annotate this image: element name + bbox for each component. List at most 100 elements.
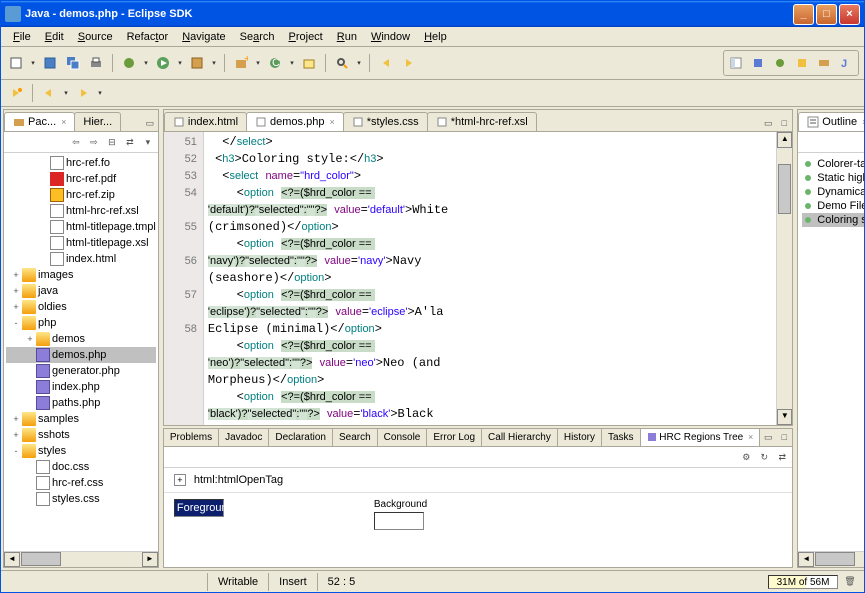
search-button[interactable] bbox=[332, 53, 352, 73]
run-button[interactable] bbox=[153, 53, 173, 73]
minimize-icon[interactable]: ▭ bbox=[142, 115, 158, 131]
menu-edit[interactable]: Edit bbox=[38, 29, 71, 44]
outline-item[interactable]: Static highlighting samples bbox=[802, 171, 864, 185]
nav-fwd-button[interactable] bbox=[399, 53, 419, 73]
resource-perspective-button[interactable] bbox=[792, 53, 812, 73]
java-browsing-button[interactable]: J bbox=[836, 53, 856, 73]
bottom-tab[interactable]: Tasks bbox=[602, 429, 641, 446]
menu-icon[interactable]: ▾ bbox=[140, 134, 156, 150]
editor-vscroll[interactable]: ▲▼ bbox=[776, 132, 792, 425]
editor-tab[interactable]: index.html bbox=[164, 112, 247, 131]
tree-item[interactable]: hrc-ref.css bbox=[6, 475, 156, 491]
region-tree-item[interactable]: + html:htmlOpenTag bbox=[164, 468, 792, 493]
minimize-icon[interactable]: ▭ bbox=[760, 115, 776, 131]
menu-run[interactable]: Run bbox=[330, 29, 364, 44]
expand-icon[interactable]: + bbox=[174, 474, 186, 486]
tree-item[interactable]: -php bbox=[6, 315, 156, 331]
tree-item[interactable]: paths.php bbox=[6, 395, 156, 411]
foreground-color[interactable]: Foreground bbox=[174, 499, 224, 530]
tree-item[interactable]: +images bbox=[6, 267, 156, 283]
external-dropdown[interactable] bbox=[210, 53, 218, 73]
editor-tab[interactable]: *styles.css bbox=[343, 112, 428, 131]
bottom-tab[interactable]: Error Log bbox=[427, 429, 482, 446]
bottom-tab[interactable]: Console bbox=[378, 429, 428, 446]
filter-icon[interactable]: ⚙ bbox=[738, 449, 754, 465]
outline-item[interactable]: Colorer-take5 demos page bbox=[802, 157, 864, 171]
tree-item[interactable]: hrc-ref.zip bbox=[6, 187, 156, 203]
debug-perspective-button[interactable] bbox=[770, 53, 790, 73]
back-icon[interactable]: ⇦ bbox=[68, 134, 84, 150]
outline-item[interactable]: Coloring style: bbox=[802, 213, 864, 227]
outline-tree[interactable]: Colorer-take5 demos pageStatic highlight… bbox=[798, 153, 864, 551]
tree-item[interactable]: index.php bbox=[6, 379, 156, 395]
package-tree[interactable]: hrc-ref.fohrc-ref.pdfhrc-ref.ziphtml-hrc… bbox=[4, 153, 158, 551]
close-icon[interactable]: × bbox=[862, 117, 864, 127]
link-icon[interactable]: ⇄ bbox=[122, 134, 138, 150]
menu-navigate[interactable]: Navigate bbox=[175, 29, 232, 44]
tree-item[interactable]: +java bbox=[6, 283, 156, 299]
class-dropdown[interactable] bbox=[288, 53, 296, 73]
tree-item[interactable]: index.html bbox=[6, 251, 156, 267]
open-perspective-button[interactable] bbox=[726, 53, 746, 73]
menu-refactor[interactable]: Refactor bbox=[120, 29, 176, 44]
tree-item[interactable]: demos.php bbox=[6, 347, 156, 363]
tree-item[interactable]: styles.css bbox=[6, 491, 156, 507]
gc-icon[interactable]: 🗑 bbox=[842, 574, 858, 590]
outline-item[interactable]: Dynamically generated de bbox=[802, 185, 864, 199]
collapse-icon[interactable]: ⊟ bbox=[104, 134, 120, 150]
link-icon[interactable]: ⇄ bbox=[774, 449, 790, 465]
run-dropdown[interactable] bbox=[176, 53, 184, 73]
outline-tab[interactable]: Outline× bbox=[798, 112, 864, 131]
tree-item[interactable]: html-titlepage.tmpl bbox=[6, 219, 156, 235]
new-package-button[interactable]: + bbox=[231, 53, 251, 73]
maximize-icon[interactable]: □ bbox=[776, 429, 792, 445]
outline-scrollbar[interactable]: ◄► bbox=[798, 551, 864, 567]
back-history-button[interactable] bbox=[39, 83, 59, 103]
tree-item[interactable]: -styles bbox=[6, 443, 156, 459]
menu-help[interactable]: Help bbox=[417, 29, 454, 44]
minimize-icon[interactable]: ▭ bbox=[760, 429, 776, 445]
fwd-history-button[interactable] bbox=[73, 83, 93, 103]
menu-window[interactable]: Window bbox=[364, 29, 417, 44]
bottom-tab[interactable]: Call Hierarchy bbox=[482, 429, 558, 446]
tree-item[interactable]: html-hrc-ref.xsl bbox=[6, 203, 156, 219]
tree-item[interactable]: hrc-ref.pdf bbox=[6, 171, 156, 187]
java-perspective-button[interactable] bbox=[748, 53, 768, 73]
print-button[interactable] bbox=[86, 53, 106, 73]
tree-item[interactable]: +demos bbox=[6, 331, 156, 347]
tree-item[interactable]: hrc-ref.fo bbox=[6, 155, 156, 171]
tree-item[interactable]: generator.php bbox=[6, 363, 156, 379]
pkg-dropdown[interactable] bbox=[254, 53, 262, 73]
new-dropdown[interactable] bbox=[29, 53, 37, 73]
debug-button[interactable] bbox=[119, 53, 139, 73]
open-type-button[interactable] bbox=[299, 53, 319, 73]
menu-search[interactable]: Search bbox=[233, 29, 282, 44]
minimize-button[interactable]: _ bbox=[793, 4, 814, 25]
tree-item[interactable]: doc.css bbox=[6, 459, 156, 475]
menu-source[interactable]: Source bbox=[71, 29, 120, 44]
menu-file[interactable]: File bbox=[6, 29, 38, 44]
bottom-tab[interactable]: History bbox=[558, 429, 602, 446]
close-button[interactable]: × bbox=[839, 4, 860, 25]
tree-scrollbar[interactable]: ◄► bbox=[4, 551, 158, 567]
save-all-button[interactable] bbox=[63, 53, 83, 73]
debug-dropdown[interactable] bbox=[142, 53, 150, 73]
bottom-tab[interactable]: Javadoc bbox=[219, 429, 269, 446]
code-editor[interactable]: 51525354 55 56 57 58 </select> <h3>Color… bbox=[164, 132, 792, 425]
editor-tab[interactable]: demos.php× bbox=[246, 112, 344, 131]
tree-item[interactable]: +samples bbox=[6, 411, 156, 427]
package-explorer-tab[interactable]: Pac...× bbox=[4, 112, 75, 131]
tree-item[interactable]: +sshots bbox=[6, 427, 156, 443]
hierarchy-tab[interactable]: Hier... bbox=[74, 112, 121, 131]
external-tools-button[interactable] bbox=[187, 53, 207, 73]
refresh-icon[interactable]: ↻ bbox=[756, 449, 772, 465]
outline-item[interactable]: Demo File: bbox=[802, 199, 864, 213]
nav-back-button[interactable] bbox=[376, 53, 396, 73]
menu-project[interactable]: Project bbox=[282, 29, 330, 44]
tree-item[interactable]: +oldies bbox=[6, 299, 156, 315]
bottom-tab[interactable]: Search bbox=[333, 429, 378, 446]
last-edit-button[interactable] bbox=[6, 83, 26, 103]
bottom-tab[interactable]: Declaration bbox=[269, 429, 333, 446]
code-content[interactable]: </select> <h3>Coloring style:</h3> <sele… bbox=[204, 132, 776, 425]
close-icon[interactable]: × bbox=[329, 117, 334, 127]
